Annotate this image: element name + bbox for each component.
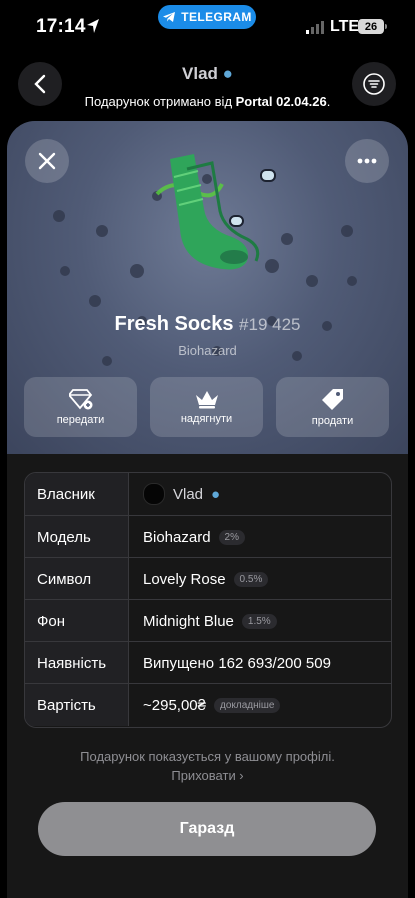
detail-label: Символ <box>25 558 129 600</box>
received-prefix: Подарунок отримано від <box>84 94 236 109</box>
profile-note-text: Подарунок показується у вашому профілі. <box>80 749 335 764</box>
model-rarity-badge: 2% <box>218 529 245 545</box>
price-value: ~295,00₴ <box>143 696 206 714</box>
telegram-plane-icon <box>163 12 176 22</box>
wear-label: надягнути <box>180 413 233 425</box>
gift-sheet: Fresh Socks #19 425 Biohazard передати н… <box>7 121 408 898</box>
location-arrow-icon <box>87 19 99 33</box>
sell-button[interactable]: продати <box>276 377 389 437</box>
model-value: Biohazard <box>143 528 211 546</box>
battery-tip <box>385 24 387 29</box>
avatar <box>143 483 165 505</box>
more-button[interactable] <box>345 139 389 183</box>
transfer-button[interactable]: передати <box>24 377 137 437</box>
owner-value[interactable]: Vlad ● <box>143 473 220 515</box>
gift-model-subtitle: Biohazard <box>178 343 237 358</box>
more-dots-icon <box>357 158 377 164</box>
owner-name: Vlad <box>173 485 204 503</box>
eye-icon <box>229 215 244 227</box>
fresh-socks-icon <box>155 154 260 270</box>
detail-row-symbol: Символ Lovely Rose 0.5% <box>25 557 391 600</box>
gift-number: #19 425 <box>239 315 301 334</box>
owner-emoji-icon: ● <box>211 485 221 503</box>
detail-label: Наявність <box>25 642 129 684</box>
signal-icon <box>306 21 324 34</box>
symbol-rarity-badge: 0.5% <box>233 571 269 587</box>
battery-icon: 26 <box>358 19 384 34</box>
background-value: Midnight Blue <box>143 612 234 630</box>
background-rarity-badge: 1.5% <box>241 613 277 629</box>
gem-transfer-icon <box>68 389 92 410</box>
telegram-label: TELEGRAM <box>181 10 252 24</box>
detail-row-owner: Власник Vlad ● <box>25 473 391 515</box>
detail-row-model: Модель Biohazard 2% <box>25 515 391 558</box>
received-note: Подарунок отримано від Portal 02.04.26. <box>0 94 415 109</box>
detail-row-value: Вартість ~295,00₴ докладніше <box>25 683 391 726</box>
detail-row-background: Фон Midnight Blue 1.5% <box>25 599 391 642</box>
more-info-link[interactable]: докладніше <box>213 697 281 713</box>
gift-title: Fresh Socks #19 425 <box>7 313 408 336</box>
received-source: Portal 02.04.26 <box>235 94 327 109</box>
battery-level: 26 <box>364 20 378 33</box>
crown-icon <box>195 391 218 409</box>
close-button[interactable] <box>25 139 69 183</box>
ok-button[interactable]: Гаразд <box>38 802 376 856</box>
profile-note: Подарунок показується у вашому профілі. … <box>7 747 408 785</box>
price-tag-icon <box>321 389 343 410</box>
owner-emoji-icon: ● <box>222 64 233 83</box>
detail-label: Фон <box>25 600 129 642</box>
network-type: LTE <box>330 18 360 35</box>
hide-link[interactable]: Приховати › <box>7 766 408 785</box>
wear-button[interactable]: надягнути <box>150 377 263 437</box>
gift-details-table: Власник Vlad ● Модель Biohazard 2% Символ… <box>24 472 392 728</box>
received-suffix: . <box>326 94 331 109</box>
detail-row-availability: Наявність Випущено 162 693/200 509 <box>25 641 391 684</box>
sell-label: продати <box>311 415 354 427</box>
gift-name: Fresh Socks <box>114 313 234 335</box>
chat-name: Vlad <box>182 64 218 83</box>
status-time: 17:14 <box>36 16 86 37</box>
transfer-label: передати <box>56 414 105 426</box>
filter-icon <box>363 73 385 95</box>
symbol-value: Lovely Rose <box>143 570 226 588</box>
availability-value: Випущено 162 693/200 509 <box>143 654 331 672</box>
telegram-pill[interactable]: TELEGRAM <box>158 5 256 29</box>
detail-label: Модель <box>25 516 129 558</box>
gift-hero: Fresh Socks #19 425 Biohazard передати н… <box>7 121 408 454</box>
close-icon <box>38 152 56 170</box>
eye-icon <box>260 169 276 182</box>
detail-label: Власник <box>25 473 129 515</box>
detail-label: Вартість <box>25 684 129 726</box>
